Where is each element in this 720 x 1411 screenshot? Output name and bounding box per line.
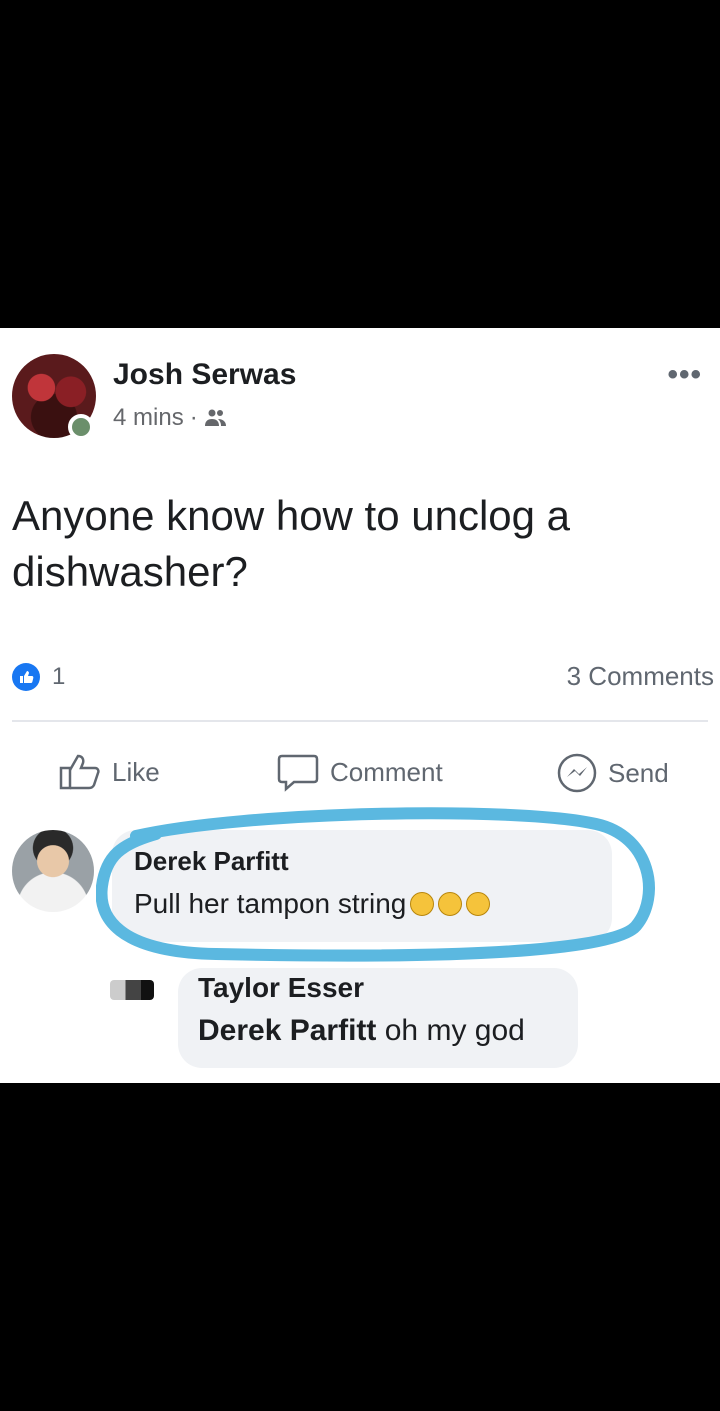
reply-body: oh my god [384, 1014, 525, 1047]
online-status-dot [68, 414, 94, 440]
comment-label: Comment [330, 756, 443, 787]
comment-button[interactable]: Comment [276, 752, 443, 792]
reply-mention[interactable]: Derek Parfitt [198, 1014, 376, 1047]
divider [12, 720, 708, 722]
commenter-avatar[interactable] [12, 830, 94, 912]
messenger-icon [557, 753, 597, 793]
post-card: Josh Serwas 4 mins · ••• Anyone know how… [0, 328, 720, 1083]
reply-avatar[interactable] [110, 980, 154, 1000]
reply-text: Derek Parfitt oh my god [198, 1014, 525, 1048]
post-meta: 4 mins · [113, 404, 228, 432]
author-name[interactable]: Josh Serwas [113, 358, 296, 392]
reply-author[interactable]: Taylor Esser [198, 972, 364, 1004]
post-text: Anyone know how to unclog a dishwasher? [12, 492, 571, 595]
highlight-circle [96, 807, 655, 962]
comment-bubble-icon [277, 754, 319, 792]
thumbs-up-icon [59, 754, 100, 790]
post-time[interactable]: 4 mins [113, 404, 184, 432]
send-label: Send [608, 757, 669, 788]
reaction-count[interactable]: 1 [52, 663, 65, 691]
friends-icon [204, 409, 226, 426]
more-options-icon[interactable]: ••• [667, 358, 702, 392]
comments-count[interactable]: 3 Comments [567, 661, 714, 692]
like-label: Like [112, 756, 160, 787]
send-button[interactable]: Send [556, 752, 669, 794]
separator-dot: · [189, 404, 198, 431]
like-reaction-icon[interactable] [12, 663, 40, 691]
like-button[interactable]: Like [58, 752, 160, 792]
